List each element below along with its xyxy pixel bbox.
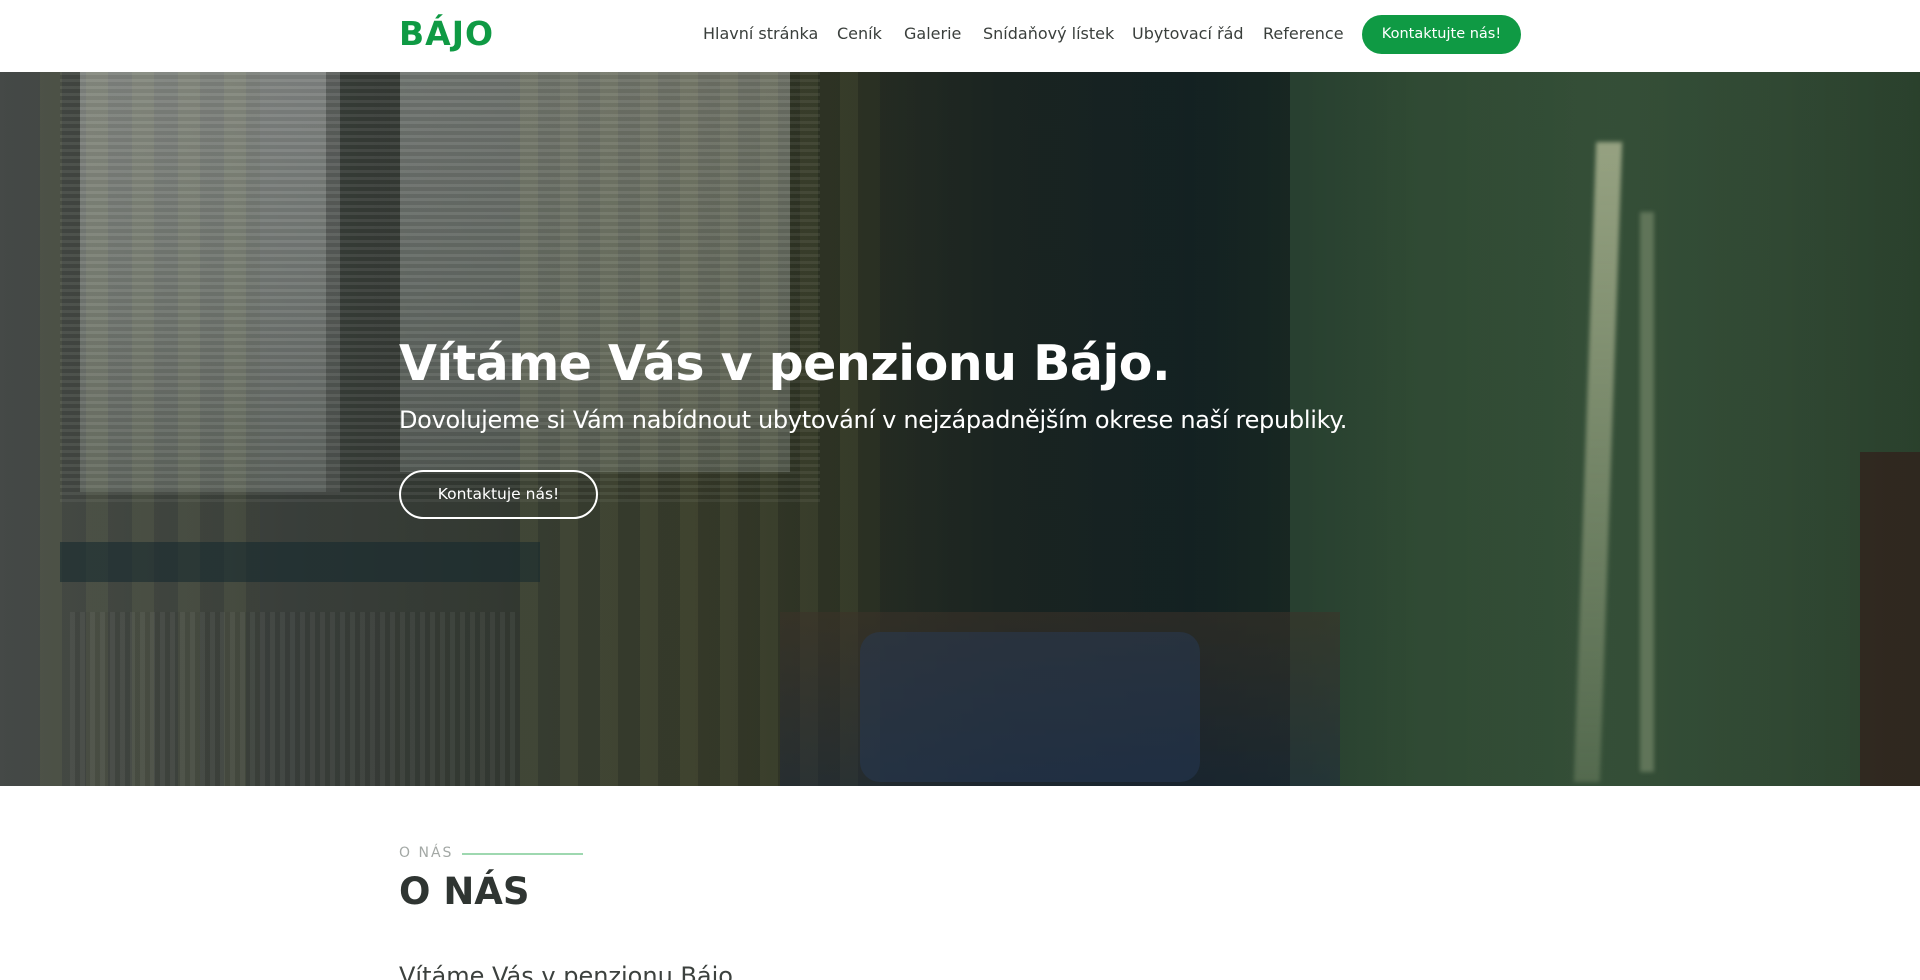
kicker-divider bbox=[462, 853, 583, 855]
section-title: O NÁS bbox=[399, 870, 530, 913]
hero-title: Vítáme Vás v penzionu Bájo. bbox=[399, 335, 1171, 392]
hero-contact-button[interactable]: Kontaktuje nás! bbox=[399, 470, 598, 519]
nav-item-pricing[interactable]: Ceník bbox=[837, 24, 882, 44]
section-kicker: O NÁS bbox=[399, 845, 454, 861]
nav-item-house-rules[interactable]: Ubytovací řád bbox=[1132, 24, 1244, 44]
contact-us-button[interactable]: Kontaktujte nás! bbox=[1362, 15, 1521, 54]
hero-subtitle: Dovolujeme si Vám nabídnout ubytování v … bbox=[399, 406, 1348, 434]
site-header: BÁJO Hlavní stránka Ceník Galerie Snídaň… bbox=[0, 0, 1920, 72]
nav-item-home[interactable]: Hlavní stránka bbox=[703, 24, 818, 44]
nav-item-breakfast-menu[interactable]: Snídaňový lístek bbox=[983, 24, 1114, 44]
nav-item-gallery[interactable]: Galerie bbox=[904, 24, 961, 44]
nav-item-references[interactable]: Reference bbox=[1263, 24, 1344, 44]
main-nav: Hlavní stránka Ceník Galerie Snídaňový l… bbox=[0, 0, 1920, 72]
about-intro-text: Vítáme Vás v penzionu Bájo bbox=[399, 962, 733, 980]
hero-section: Vítáme Vás v penzionu Bájo. Dovolujeme s… bbox=[0, 72, 1920, 786]
